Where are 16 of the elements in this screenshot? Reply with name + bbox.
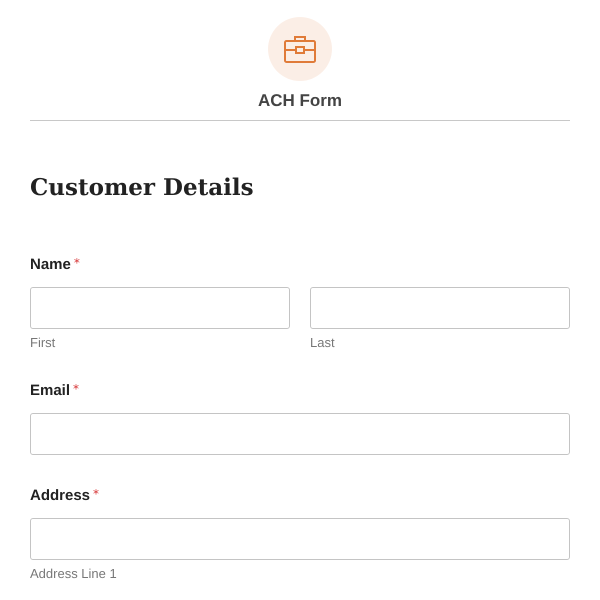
input-field[interactable]	[310, 287, 570, 329]
field-sublabel: Last	[310, 335, 336, 350]
section-heading: Customer Details	[30, 173, 255, 203]
field-sublabel: Address Line 1	[30, 566, 118, 581]
form-title: ACH Form	[258, 91, 342, 111]
field-label: Address	[30, 487, 90, 504]
input-field[interactable]	[30, 413, 570, 455]
input-field[interactable]	[30, 518, 570, 560]
required-mark: *	[93, 487, 100, 501]
field-label: Email	[30, 382, 70, 399]
field-label: Name	[30, 256, 71, 273]
required-mark: *	[73, 382, 80, 396]
field-sublabel: First	[30, 335, 56, 350]
input-field[interactable]	[30, 287, 290, 329]
briefcase-icon	[284, 35, 316, 63]
required-mark: *	[74, 256, 80, 270]
